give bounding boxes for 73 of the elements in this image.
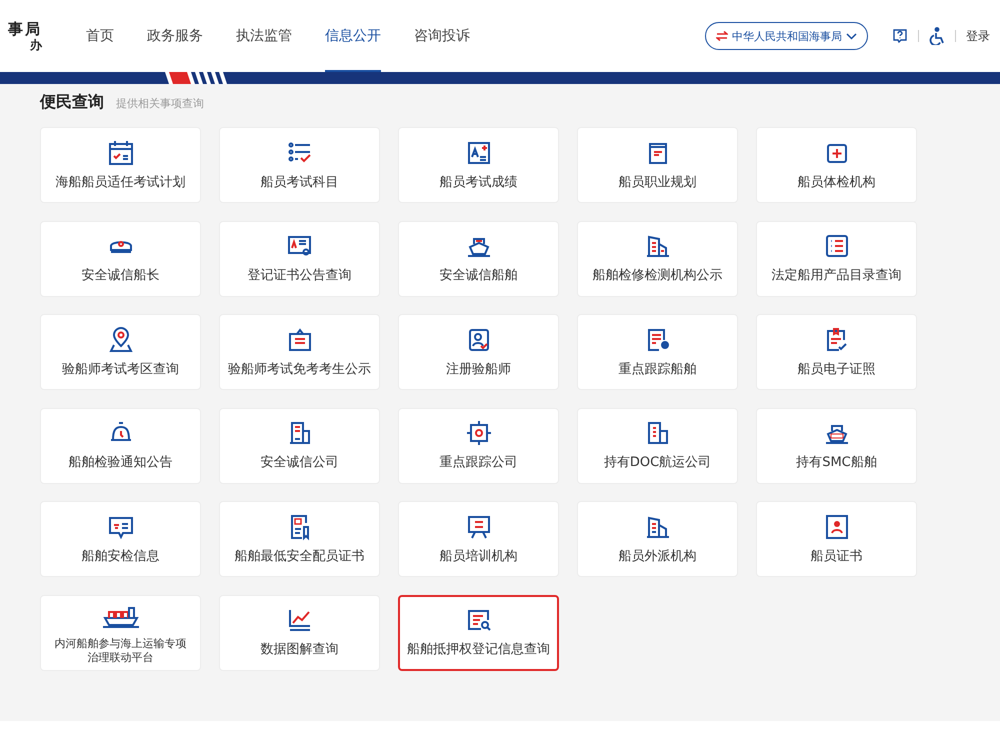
query-tile[interactable]: 注册验船师 [398, 314, 559, 390]
tile-label: 船员电子证照 [798, 362, 876, 378]
location-pin-icon [106, 326, 134, 354]
tile-label: 船舶抵押权登记信息查询 [407, 642, 550, 659]
tile-label: 注册验船师 [446, 362, 511, 378]
tile-label: 船员考试科目 [260, 174, 338, 192]
target-icon [464, 419, 492, 448]
query-tile[interactable]: 重点跟踪船舶 [577, 314, 738, 390]
query-tile[interactable]: 船员外派机构 [577, 501, 738, 577]
query-tile[interactable]: 船舶最低安全配员证书 [219, 501, 380, 577]
nav-tab[interactable]: 首页 [86, 0, 114, 72]
query-tile[interactable]: 船员培训机构 [398, 501, 559, 577]
query-tile[interactable]: 登记证书公告查询 [219, 220, 380, 296]
tile-label: 船员职业规划 [618, 174, 696, 192]
tile-label: 船舶检修检测机构公示 [592, 268, 722, 285]
tile-label: 船舶安检信息 [82, 548, 160, 566]
tile-label: 安全诚信公司 [260, 455, 338, 472]
swap-icon [716, 31, 728, 41]
query-tile[interactable]: 船舶检修检测机构公示 [577, 220, 738, 296]
section-subtitle: 提供相关事项查询 [116, 96, 204, 111]
query-tile[interactable]: 法定船用产品目录查询 [756, 220, 917, 296]
query-tile[interactable]: 船员电子证照 [756, 314, 917, 390]
query-tile[interactable]: 持有DOC航运公司 [577, 408, 738, 484]
tile-label: 船员考试成绩 [440, 174, 518, 192]
query-tile[interactable]: 船员考试科目 [219, 127, 380, 203]
tile-label: 船员培训机构 [440, 548, 518, 566]
tile-label: 数据图解查询 [260, 642, 338, 659]
chevron-down-icon [846, 32, 857, 40]
nav-tab[interactable]: 咨询投诉 [414, 0, 470, 72]
login-link[interactable]: 登录 [966, 28, 990, 44]
tile-label: 重点跟踪公司 [440, 455, 518, 472]
nav-tab[interactable]: 执法监管 [236, 0, 292, 72]
tile-label: 船员体检机构 [798, 174, 876, 192]
tile-label: 海船船员适任考试计划 [56, 174, 186, 192]
tile-label: 内河船舶参与海上运输专项治理联动平台 [54, 636, 188, 664]
tile-label: 船舶最低安全配员证书 [234, 548, 364, 566]
query-tile[interactable]: 安全诚信公司 [219, 408, 380, 484]
logo-text: 事局 [8, 20, 42, 38]
query-tile[interactable]: 安全诚信船舶 [398, 220, 559, 296]
query-tile[interactable]: 船员体检机构 [756, 127, 917, 203]
site-switch-button[interactable]: 中华人民共和国海事局 [705, 22, 868, 50]
logo-text: 办 [30, 38, 42, 52]
tile-label: 持有SMC船舶 [796, 455, 877, 472]
accessibility-icon[interactable] [929, 27, 945, 45]
tile-label: 船员外派机构 [618, 548, 696, 566]
query-tile[interactable]: 验船师考试考区查询 [40, 314, 201, 390]
query-tile[interactable]: 船舶检验通知公告 [40, 408, 201, 484]
query-tile[interactable]: 持有SMC船舶 [756, 408, 917, 484]
query-tile[interactable]: 船员证书 [756, 501, 917, 577]
help-icon[interactable] [892, 28, 908, 44]
query-tile[interactable]: 内河船舶参与海上运输专项治理联动平台 [40, 594, 201, 670]
tile-label: 安全诚信船舶 [440, 268, 518, 285]
tile-label: 验船师考试免考考生公示 [228, 362, 371, 378]
query-tile[interactable]: 船舶抵押权登记信息查询 [398, 594, 559, 670]
tile-label: 验船师考试考区查询 [62, 362, 179, 378]
tile-label: 登记证书公告查询 [248, 268, 352, 285]
tile-label: 持有DOC航运公司 [604, 455, 712, 472]
query-tile[interactable]: 船舶安检信息 [40, 501, 201, 577]
tile-label: 船员证书 [810, 548, 862, 566]
tile-label: 法定船用产品目录查询 [772, 268, 902, 285]
tile-label: 安全诚信船长 [82, 268, 160, 285]
query-tile[interactable]: 海船船员适任考试计划 [40, 127, 201, 203]
calendar-icon [106, 138, 134, 167]
query-tile[interactable]: 验船师考试免考考生公示 [219, 314, 380, 390]
nav-tab[interactable]: 政务服务 [147, 0, 203, 72]
query-tile[interactable]: 重点跟踪公司 [398, 408, 559, 484]
tile-label: 船舶检验通知公告 [68, 455, 172, 472]
query-tile[interactable]: 船员考试成绩 [398, 127, 559, 203]
section-title: 便民查询 [40, 92, 104, 113]
tile-label: 重点跟踪船舶 [618, 362, 696, 378]
query-tile[interactable]: 船员职业规划 [577, 127, 738, 203]
query-tile[interactable]: 安全诚信船长 [40, 220, 201, 296]
query-tile[interactable]: 数据图解查询 [219, 594, 380, 670]
